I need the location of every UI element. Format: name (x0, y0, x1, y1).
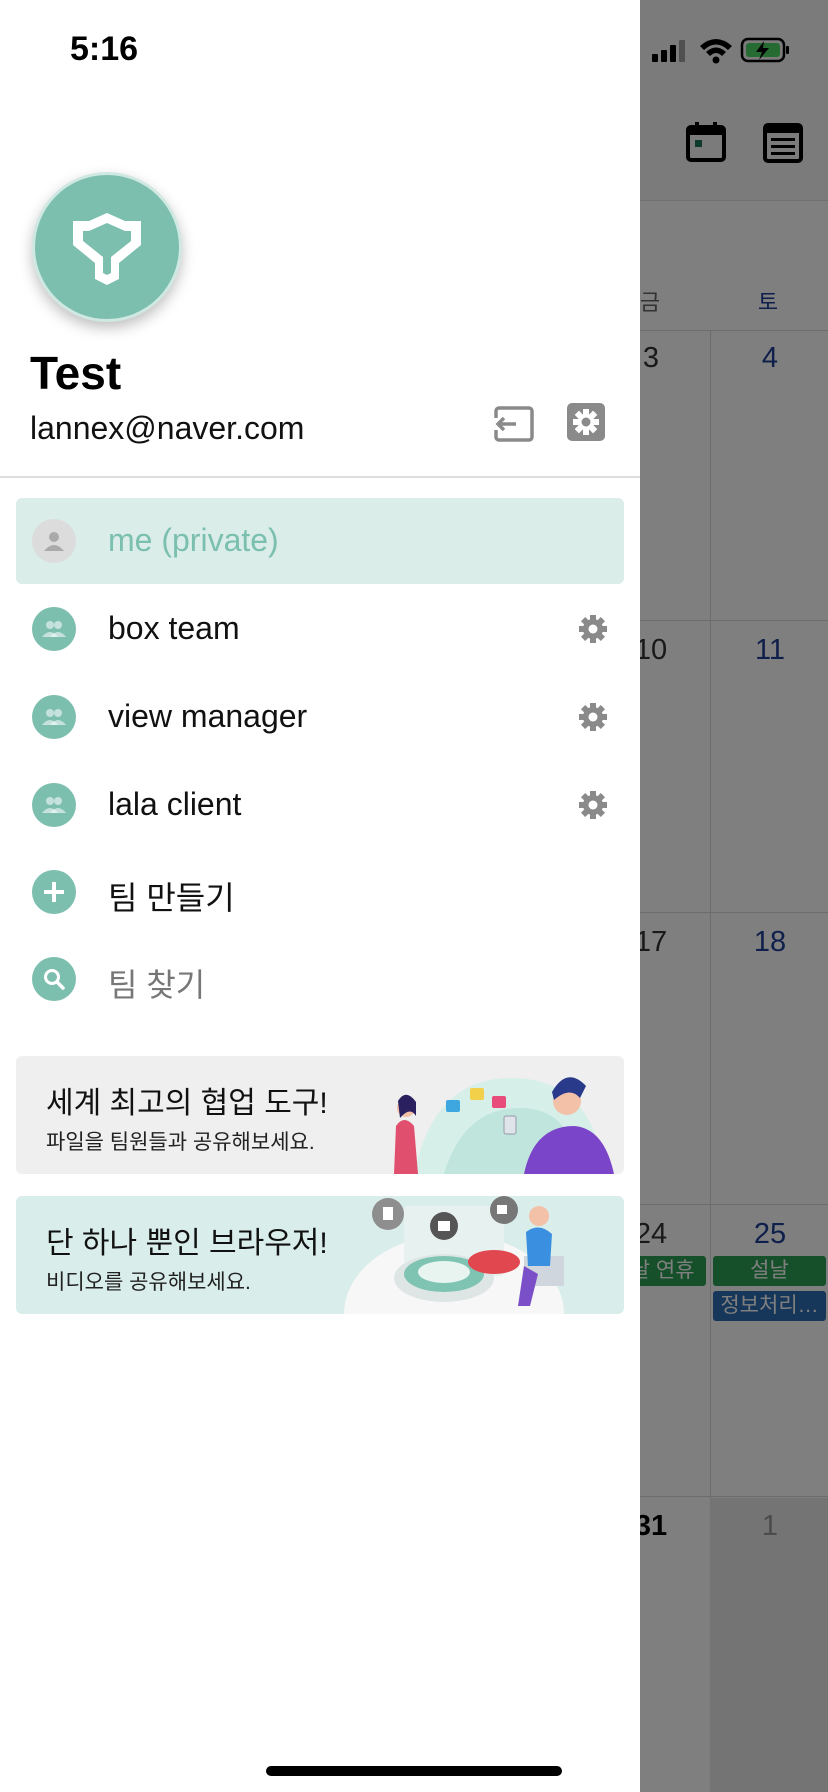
team-label: me (private) (108, 522, 279, 558)
team-item-lala-client[interactable]: lala client (16, 762, 624, 848)
side-drawer: 5:16 Test lannex@naver.com me (private) (0, 0, 640, 1792)
team-item-me-private[interactable]: me (private) (16, 498, 624, 584)
logout-icon[interactable] (492, 402, 536, 446)
profile-email: lannex@naver.com (30, 410, 305, 446)
gear-icon[interactable] (576, 700, 610, 734)
group-icon (32, 783, 76, 827)
home-indicator (266, 1766, 562, 1776)
banner-subtitle: 비디오를 공유해보세요. (46, 1271, 251, 1294)
banner-title: 세계 최고의 협업 도구! (46, 1087, 328, 1120)
group-icon (32, 695, 76, 739)
gear-icon[interactable] (576, 612, 610, 646)
profile-name: Test (30, 347, 122, 399)
promo-banner-collaboration[interactable]: 세계 최고의 협업 도구! 파일을 팀원들과 공유해보세요. (16, 1056, 624, 1174)
group-icon (32, 607, 76, 651)
team-label: lala client (108, 786, 242, 822)
search-icon (32, 957, 76, 1001)
collaboration-illustration (394, 1077, 614, 1174)
app-logo-icon (73, 213, 141, 285)
banner-subtitle: 파일을 팀원들과 공유해보세요. (46, 1131, 315, 1154)
team-item-box-team[interactable]: box team (16, 586, 624, 672)
banner-title: 단 하나 뿐인 브라우저! (46, 1227, 328, 1260)
find-team-label: 팀 찾기 (108, 967, 206, 1003)
team-label: view manager (108, 698, 308, 734)
find-team-button[interactable]: 팀 찾기 (16, 936, 624, 1022)
plus-icon (32, 870, 76, 914)
create-team-button[interactable]: 팀 만들기 (16, 849, 624, 935)
team-item-view-manager[interactable]: view manager (16, 674, 624, 760)
profile-divider (0, 476, 640, 478)
promo-banner-browser[interactable]: 단 하나 뿐인 브라우저! 비디오를 공유해보세요. (16, 1196, 624, 1314)
team-label: box team (108, 610, 240, 646)
create-team-label: 팀 만들기 (108, 880, 235, 916)
person-icon (32, 519, 76, 563)
gear-icon[interactable] (576, 788, 610, 822)
status-time: 5:16 (70, 30, 139, 68)
browser-illustration (344, 1196, 564, 1314)
gear-icon[interactable] (564, 400, 608, 444)
avatar[interactable] (32, 172, 182, 322)
